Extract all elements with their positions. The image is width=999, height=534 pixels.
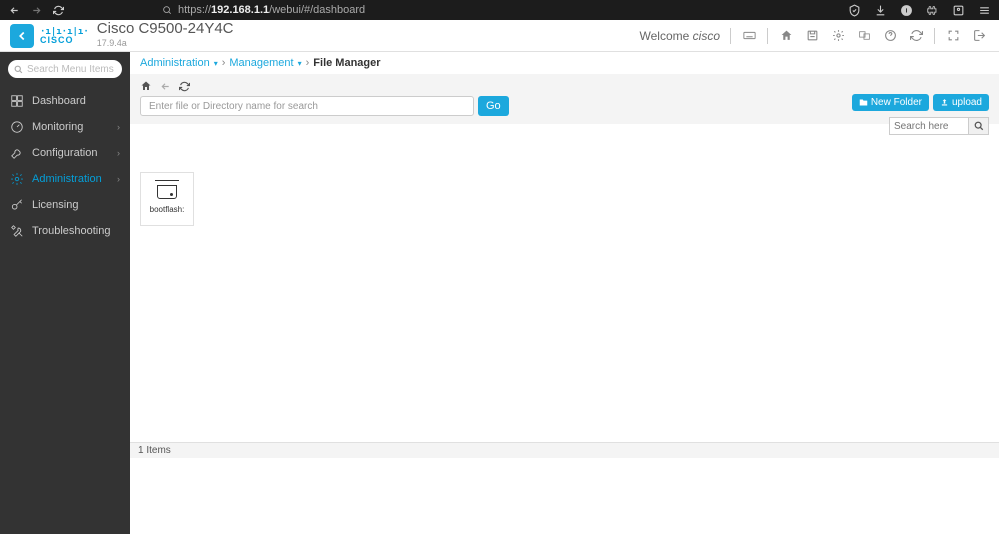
- url-text: https://192.168.1.1/webui/#/dashboard: [178, 4, 365, 16]
- grid-search-input[interactable]: [889, 117, 969, 135]
- browser-reload-icon[interactable]: [52, 4, 64, 16]
- new-folder-button[interactable]: New Folder: [852, 94, 929, 111]
- search-icon: [14, 65, 23, 74]
- breadcrumb-mgmt[interactable]: Management: [229, 57, 293, 69]
- chevron-right-icon: ›: [117, 122, 120, 132]
- browser-chrome: https://192.168.1.1/webui/#/dashboard i: [0, 0, 999, 20]
- breadcrumb-admin[interactable]: Administration: [140, 57, 210, 69]
- browser-back-icon[interactable]: [8, 4, 20, 16]
- keyboard-icon[interactable]: [741, 28, 757, 44]
- grid-search[interactable]: [889, 117, 989, 135]
- info-icon[interactable]: i: [899, 3, 913, 17]
- cisco-logo: ·ı|ı·ı|ı· CISCO: [40, 28, 89, 44]
- back-button[interactable]: [10, 24, 34, 48]
- sidebar-item-dashboard[interactable]: Dashboard: [0, 88, 130, 114]
- chevron-right-icon: ›: [117, 174, 120, 184]
- home-icon[interactable]: [778, 28, 794, 44]
- sidebar-item-label: Monitoring: [32, 121, 83, 133]
- refresh-icon[interactable]: [908, 28, 924, 44]
- file-label: bootflash:: [150, 205, 185, 214]
- sidebar-item-licensing[interactable]: Licensing: [0, 192, 130, 218]
- menu-icon[interactable]: [977, 3, 991, 17]
- key-icon: [10, 198, 24, 212]
- welcome-text: Welcome cisco: [640, 29, 720, 43]
- file-grid: bootflash:: [130, 160, 999, 534]
- sidebar-item-administration[interactable]: Administration ›: [0, 166, 130, 192]
- download-icon[interactable]: [873, 3, 887, 17]
- chevron-right-icon: ›: [117, 148, 120, 158]
- sidebar-item-label: Administration: [32, 173, 102, 185]
- sidebar-item-label: Dashboard: [32, 95, 86, 107]
- breadcrumb-current: File Manager: [313, 57, 380, 69]
- status-bar: 1 Items: [130, 442, 999, 458]
- shield-icon[interactable]: [847, 3, 861, 17]
- app-header: ·ı|ı·ı|ı· CISCO Cisco C9500-24Y4C 17.9.4…: [0, 20, 999, 52]
- sidebar-item-label: Configuration: [32, 147, 97, 159]
- upload-button[interactable]: upload: [933, 94, 989, 111]
- gauge-icon: [10, 120, 24, 134]
- settings-icon[interactable]: [830, 28, 846, 44]
- menu-search-input[interactable]: Search Menu Items: [8, 60, 122, 78]
- help-icon[interactable]: [882, 28, 898, 44]
- sidebar-item-troubleshooting[interactable]: Troubleshooting: [0, 218, 130, 244]
- file-item[interactable]: bootflash:: [140, 172, 194, 226]
- device-title: Cisco C9500-24Y4C: [97, 22, 234, 36]
- sidebar: Search Menu Items DashboardMonitoring›Co…: [0, 52, 130, 534]
- tools-icon: [10, 224, 24, 238]
- fullscreen-icon[interactable]: [945, 28, 961, 44]
- gear-icon: [10, 172, 24, 186]
- save-icon[interactable]: [804, 28, 820, 44]
- sidebar-item-configuration[interactable]: Configuration ›: [0, 140, 130, 166]
- grid-search-button[interactable]: [969, 117, 989, 135]
- version-label: 17.9.4a: [97, 36, 234, 50]
- sidebar-item-label: Troubleshooting: [32, 225, 110, 237]
- account-icon[interactable]: [951, 3, 965, 17]
- sidebar-item-monitoring[interactable]: Monitoring ›: [0, 114, 130, 140]
- browser-address-bar[interactable]: https://192.168.1.1/webui/#/dashboard: [162, 4, 365, 16]
- browser-forward-icon[interactable]: [30, 4, 42, 16]
- svg-text:i: i: [905, 7, 907, 14]
- extensions-icon[interactable]: [925, 3, 939, 17]
- disk-icon: [157, 185, 177, 199]
- wrench-icon: [10, 146, 24, 160]
- content-area: Administration▾ › Management▾ › File Man…: [130, 52, 999, 534]
- breadcrumb: Administration▾ › Management▾ › File Man…: [130, 52, 999, 74]
- logout-icon[interactable]: [971, 28, 987, 44]
- sidebar-item-label: Licensing: [32, 199, 78, 211]
- language-icon[interactable]: [856, 28, 872, 44]
- dashboard-icon: [10, 94, 24, 108]
